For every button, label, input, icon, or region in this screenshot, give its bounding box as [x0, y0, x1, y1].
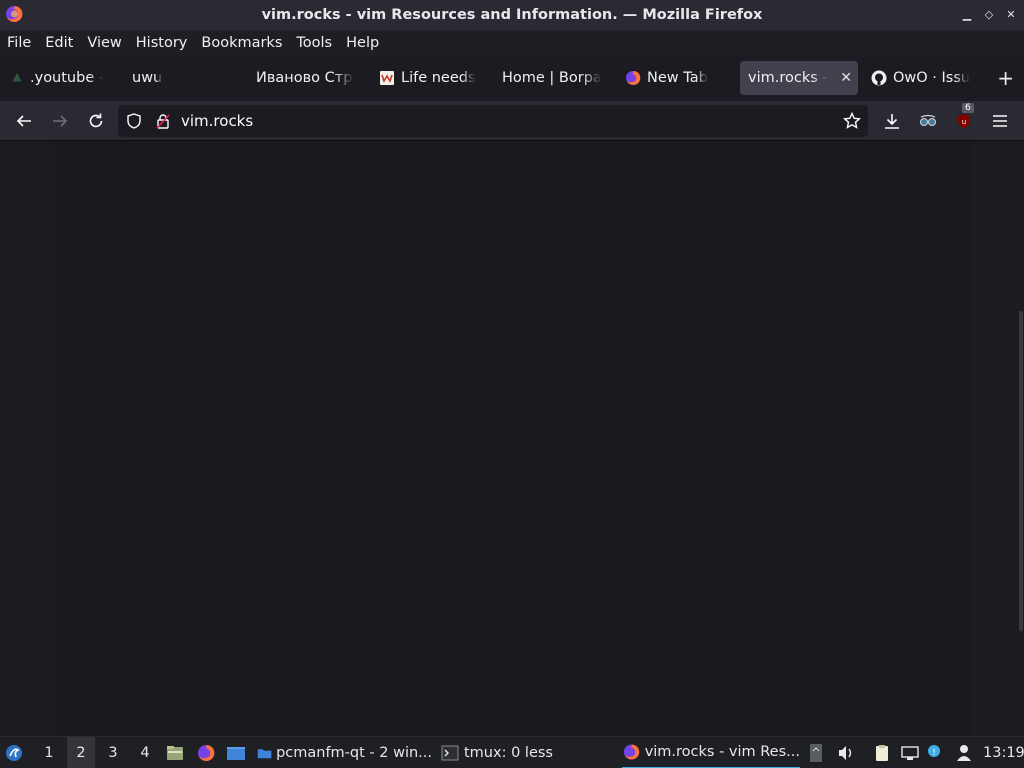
url-text[interactable]: vim.rocks: [181, 112, 253, 130]
notification-icon[interactable]: !: [926, 737, 946, 768]
downloads-icon[interactable]: [880, 109, 904, 133]
tab-label: uwu: [132, 70, 163, 86]
menu-history[interactable]: History: [129, 35, 195, 51]
menu-edit[interactable]: Edit: [38, 35, 80, 51]
tab-label: Home | Borpa: [502, 70, 602, 86]
tab-label: Иваново Стро: [256, 70, 354, 86]
folder-icon: [257, 749, 272, 759]
workspace-1[interactable]: 1: [35, 737, 63, 768]
task-label: tmux: 0 less: [464, 745, 553, 761]
menu-help[interactable]: Help: [339, 35, 386, 51]
workspace-3[interactable]: 3: [99, 737, 127, 768]
tracking-protection-shield-icon[interactable]: [122, 109, 146, 133]
tab-label: Life needs: [401, 70, 476, 86]
tab-label: vim.rocks -: [748, 70, 828, 86]
window-titlebar[interactable]: vim.rocks - vim Resources and Informatio…: [0, 0, 1024, 30]
life-favicon-icon: [380, 71, 394, 85]
page-center-column: [55, 141, 971, 736]
user-switch-icon[interactable]: [954, 737, 974, 768]
task-pcmanfm[interactable]: pcmanfm-qt - 2 win...: [257, 737, 432, 768]
tab-life-needs[interactable]: Life needs: [379, 61, 479, 95]
volume-icon[interactable]: [836, 737, 856, 768]
reload-icon[interactable]: [84, 109, 108, 133]
clipboard-icon[interactable]: [872, 737, 892, 768]
new-tab-plus-icon[interactable]: +: [997, 66, 1014, 90]
url-bar[interactable]: vim.rocks: [118, 105, 868, 137]
tab-label: OwO · Issu: [893, 70, 971, 86]
file-manager-launcher-icon[interactable]: [165, 737, 185, 768]
workspace-4[interactable]: 4: [131, 737, 159, 768]
tab-strip: .youtube - uwu Иваново Стро Life needs H…: [0, 57, 1024, 101]
firefox-icon: [623, 744, 640, 760]
svg-text:!: !: [932, 748, 936, 758]
tab-borpa[interactable]: Home | Borpa: [502, 61, 606, 95]
ublock-badge-count: 6: [962, 103, 974, 113]
task-label: vim.rocks - vim Res...: [644, 744, 800, 760]
system-taskbar: 1 2 3 4 pcmanfm-qt - 2 win... tmux: 0 le…: [0, 736, 1024, 768]
svg-text:u: u: [962, 118, 966, 126]
task-firefox-vim-rocks[interactable]: vim.rocks - vim Res...: [622, 737, 800, 768]
close-icon[interactable]: ✕: [1004, 6, 1018, 22]
page-content[interactable]: [0, 141, 1024, 736]
hamburger-menu-icon[interactable]: [988, 109, 1012, 133]
task-label: pcmanfm-qt - 2 win...: [276, 745, 432, 761]
tab-new-tab[interactable]: New Tab: [625, 61, 725, 95]
github-favicon-icon: [871, 70, 887, 86]
terminal-icon: [441, 745, 459, 761]
firefox-logo-icon: [6, 5, 23, 22]
extension-glasses-icon[interactable]: [916, 109, 940, 133]
navigation-toolbar: vim.rocks u 6: [0, 101, 1024, 141]
page-scrollbar-thumb[interactable]: [1019, 311, 1023, 631]
insecure-lock-icon[interactable]: [151, 109, 175, 133]
forward-arrow-icon[interactable]: [48, 109, 72, 133]
bookmark-star-icon[interactable]: [840, 109, 864, 133]
minimize-icon[interactable]: ▁: [960, 6, 974, 22]
menu-file[interactable]: File: [0, 35, 38, 51]
window-controls: ▁ ◇ ✕: [960, 6, 1018, 22]
network-icon[interactable]: [900, 737, 920, 768]
menubar: File Edit View History Bookmarks Tools H…: [0, 30, 1024, 56]
firefox-favicon-icon: [626, 70, 641, 85]
tab-owo-issues[interactable]: OwO · Issu: [871, 61, 975, 95]
clock[interactable]: 13:19: [983, 737, 1024, 768]
ublock-origin-icon[interactable]: u 6: [952, 103, 976, 133]
tab-youtube[interactable]: .youtube -: [10, 61, 110, 95]
close-tab-icon[interactable]: ✕: [840, 70, 858, 86]
tab-ivanovo[interactable]: Иваново Стро: [256, 61, 354, 95]
firefox-launcher-icon[interactable]: [196, 737, 216, 768]
tab-label: .youtube -: [30, 70, 105, 86]
workspace-2[interactable]: 2: [67, 737, 95, 768]
menu-bookmarks[interactable]: Bookmarks: [194, 35, 289, 51]
tab-label: New Tab: [647, 70, 708, 86]
maximize-icon[interactable]: ◇: [982, 6, 996, 22]
menu-view[interactable]: View: [80, 35, 128, 51]
tab-uwu[interactable]: uwu: [132, 61, 232, 95]
tab-vim-rocks[interactable]: vim.rocks - ✕: [740, 61, 858, 95]
window-title: vim.rocks - vim Resources and Informatio…: [261, 7, 763, 23]
tray-scroll-icon[interactable]: [809, 737, 823, 768]
back-arrow-icon[interactable]: [12, 109, 36, 133]
menu-tools[interactable]: Tools: [289, 35, 339, 51]
start-menu-icon[interactable]: [4, 737, 28, 768]
desktop-launcher-icon[interactable]: [226, 737, 246, 768]
youtube-favicon-icon: [12, 72, 22, 82]
task-tmux[interactable]: tmux: 0 less: [440, 737, 615, 768]
